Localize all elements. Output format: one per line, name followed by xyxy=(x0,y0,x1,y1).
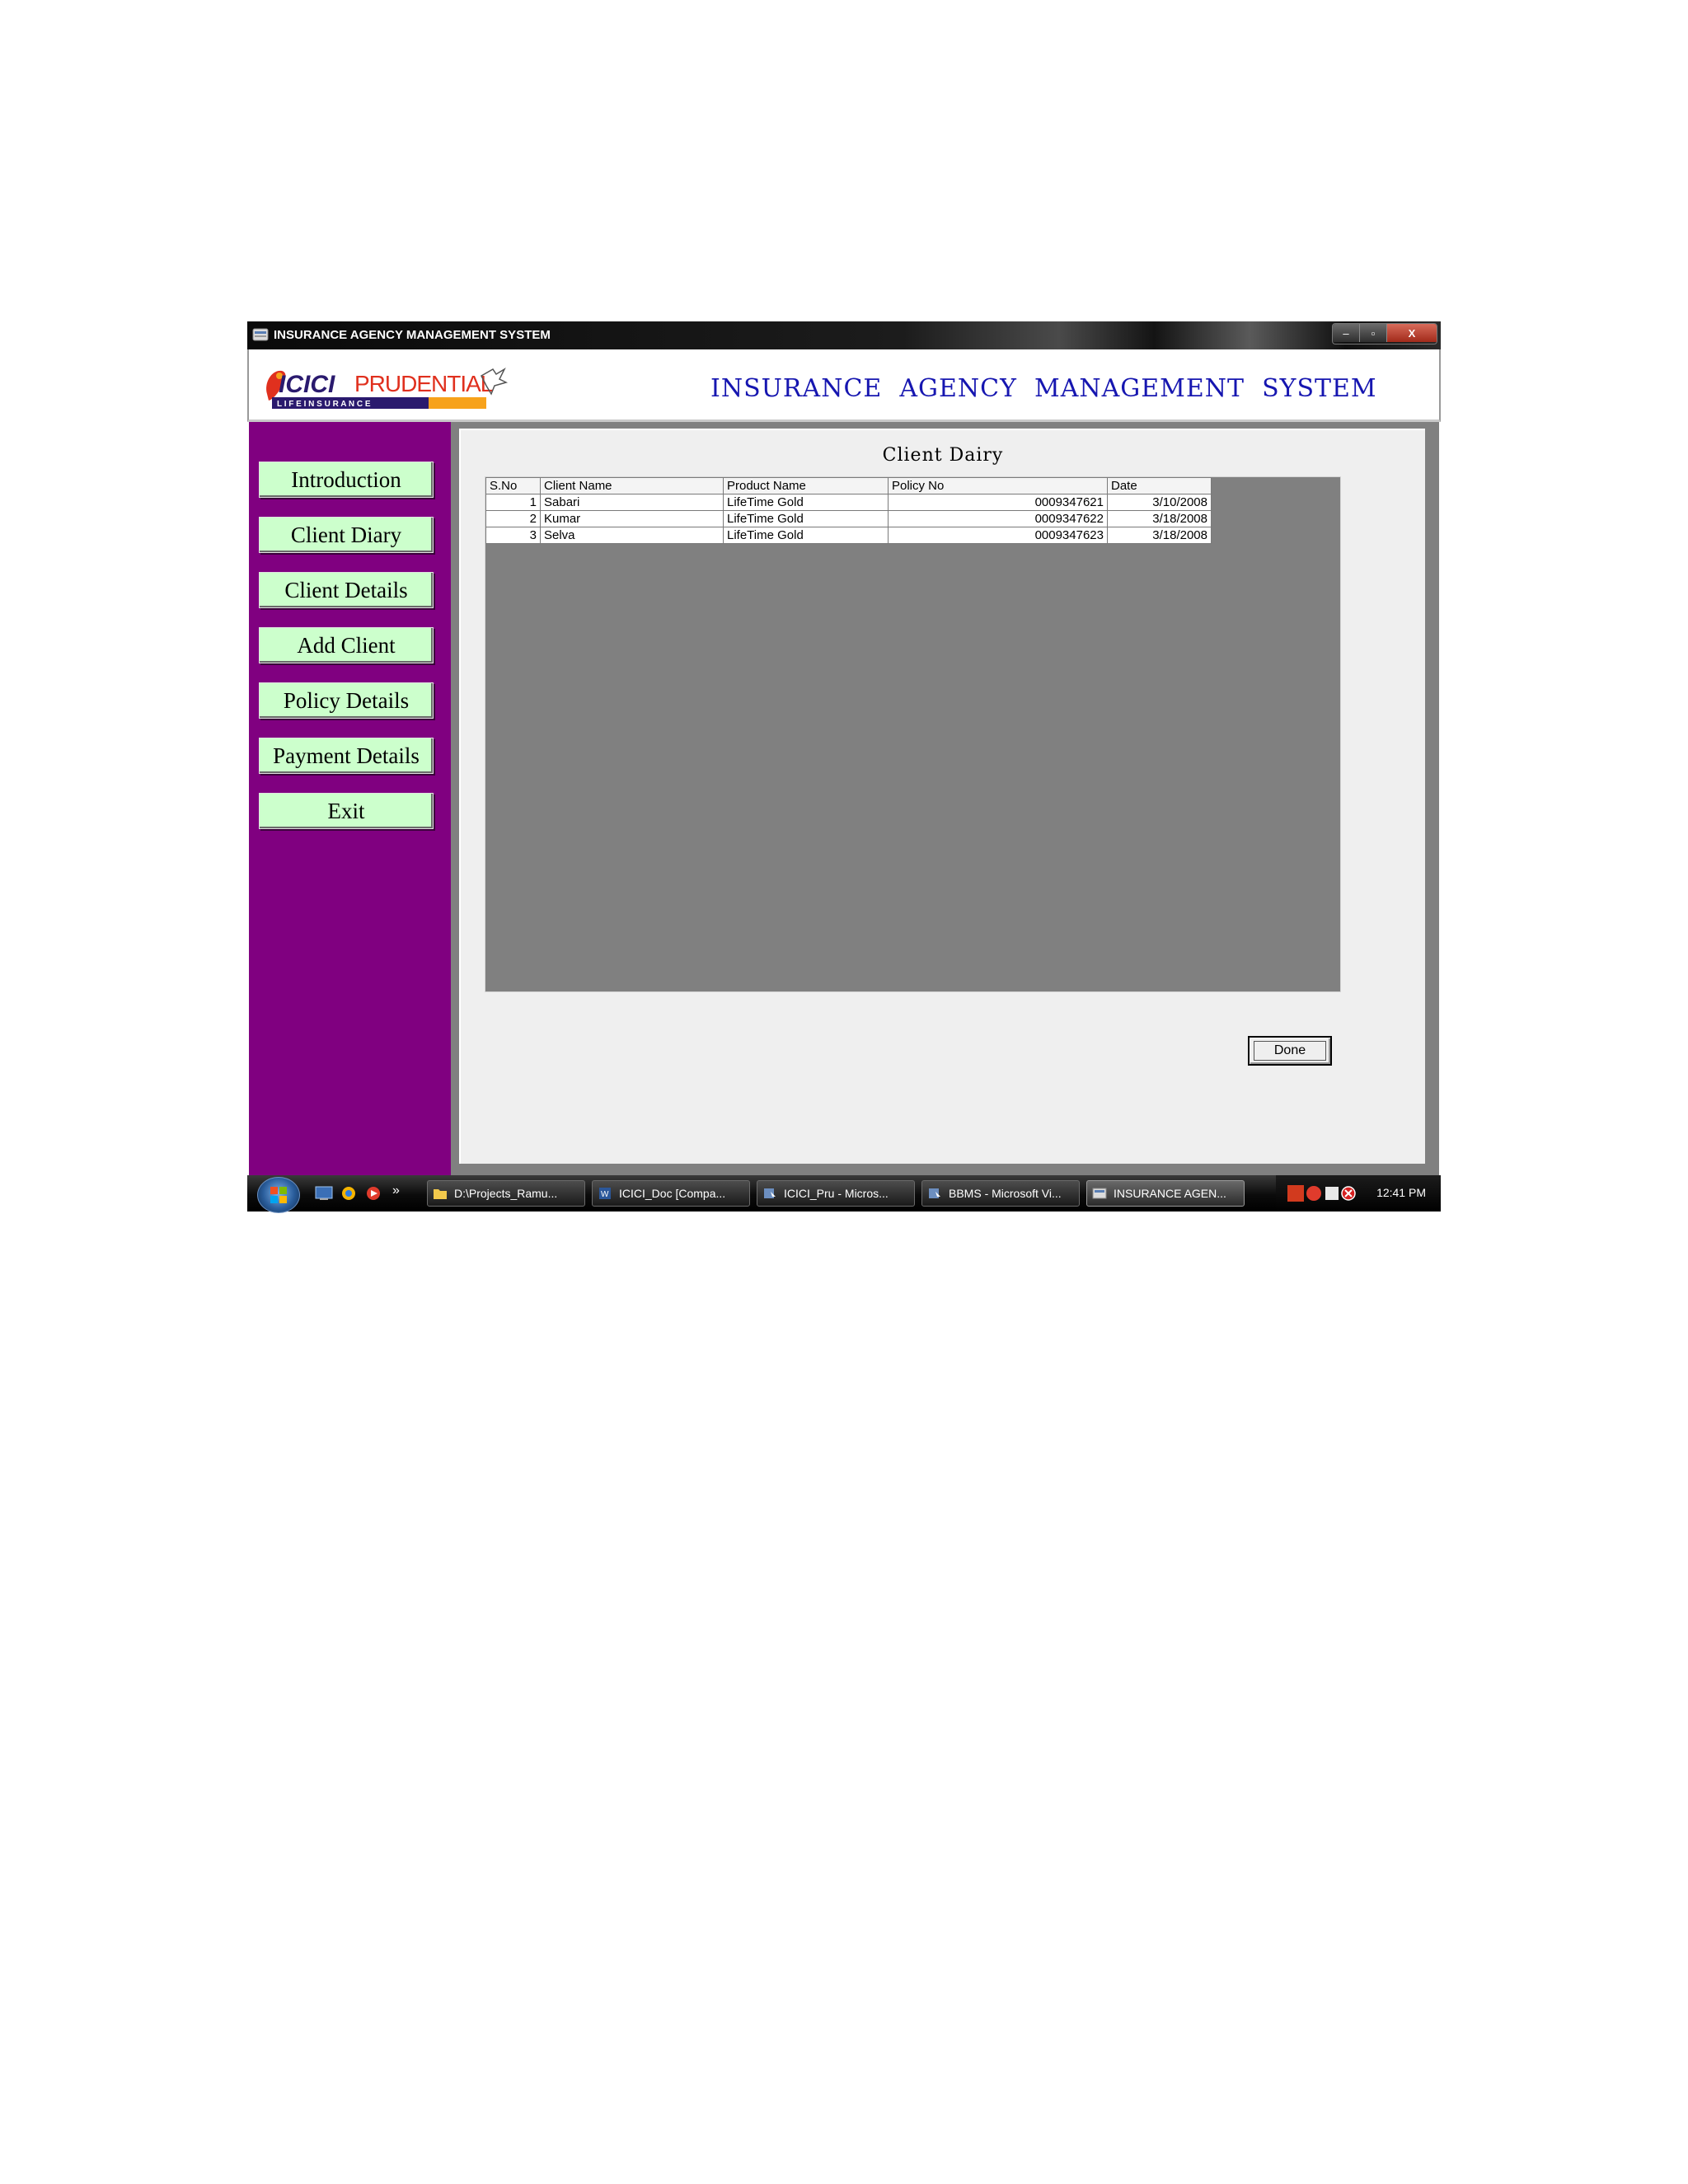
task-icici-doc[interactable]: W ICICI_Doc [Compa... xyxy=(592,1180,750,1207)
main-area: Client Dairy S.No Client Name Product Na… xyxy=(451,422,1439,1175)
app-window: INSURANCE AGENCY MANAGEMENT SYSTEM – ▫ X… xyxy=(247,321,1441,1217)
column-header-client-name[interactable]: Client Name xyxy=(540,477,724,494)
cell-sno[interactable]: 1 xyxy=(485,494,541,511)
cell-product-name[interactable]: LifeTime Gold xyxy=(723,510,889,527)
table-row[interactable]: 2 Kumar LifeTime Gold 0009347622 3/18/20… xyxy=(485,510,1212,527)
taskbar: » D:\Projects_Ramu... W ICICI_Doc [Compa… xyxy=(247,1175,1441,1213)
nav-client-details-button[interactable]: Client Details xyxy=(259,572,434,608)
column-header-sno[interactable]: S.No xyxy=(485,477,541,494)
media-player-icon[interactable] xyxy=(364,1185,382,1202)
table-row[interactable]: 3 Selva LifeTime Gold 0009347623 3/18/20… xyxy=(485,527,1212,544)
quicklaunch-more[interactable]: » xyxy=(392,1183,400,1198)
done-button[interactable]: Done xyxy=(1248,1036,1332,1066)
cell-date[interactable]: 3/18/2008 xyxy=(1107,510,1212,527)
cell-policy-no[interactable]: 0009347622 xyxy=(888,510,1108,527)
task-bbms[interactable]: BBMS - Microsoft Vi... xyxy=(921,1180,1080,1207)
task-label: ICICI_Pru - Micros... xyxy=(784,1187,889,1200)
icici-prudential-logo: ICICI PRUDENTIAL L I F E I N S U R A N C… xyxy=(266,368,509,409)
task-icici-pru[interactable]: ICICI_Pru - Micros... xyxy=(757,1180,915,1207)
column-header-product-name[interactable]: Product Name xyxy=(723,477,889,494)
word-document-icon: W xyxy=(599,1188,611,1199)
app-title: INSURANCE AGENCY MANAGEMENT SYSTEM xyxy=(710,374,1377,403)
svg-text:L I F E I N S U R A N C E: L I F E I N S U R A N C E xyxy=(277,400,371,409)
data-grid[interactable]: S.No Client Name Product Name Policy No … xyxy=(485,476,1341,992)
cell-policy-no[interactable]: 0009347621 xyxy=(888,494,1108,511)
nav-introduction-button[interactable]: Introduction xyxy=(259,462,434,498)
done-button-label: Done xyxy=(1253,1041,1327,1061)
cell-policy-no[interactable]: 0009347623 xyxy=(888,527,1108,544)
nav-client-diary-button[interactable]: Client Diary xyxy=(259,517,434,553)
folder-icon xyxy=(434,1189,447,1199)
nav-payment-details-button[interactable]: Payment Details xyxy=(259,738,434,774)
client-diary-panel: Client Dairy S.No Client Name Product Na… xyxy=(459,429,1425,1164)
visual-basic-icon xyxy=(764,1188,776,1198)
title-bar[interactable]: INSURANCE AGENCY MANAGEMENT SYSTEM – ▫ X xyxy=(247,321,1441,349)
cell-product-name[interactable]: LifeTime Gold xyxy=(723,494,889,511)
show-desktop-icon[interactable] xyxy=(315,1185,333,1202)
sidebar: Introduction Client Diary Client Details… xyxy=(249,422,451,1175)
cell-sno[interactable]: 3 xyxy=(485,527,541,544)
task-label: INSURANCE AGEN... xyxy=(1114,1187,1226,1200)
close-button[interactable]: X xyxy=(1387,324,1437,342)
browser-icon[interactable] xyxy=(340,1185,358,1202)
panel-title: Client Dairy xyxy=(882,445,1004,466)
cell-client-name[interactable]: Sabari xyxy=(540,494,724,511)
nav-policy-details-button[interactable]: Policy Details xyxy=(259,682,434,719)
clock[interactable]: 12:41 PM xyxy=(1376,1186,1426,1199)
task-folder-projects[interactable]: D:\Projects_Ramu... xyxy=(427,1180,585,1207)
app-window-icon xyxy=(1092,1188,1107,1199)
cell-client-name[interactable]: Selva xyxy=(540,527,724,544)
svg-text:W: W xyxy=(601,1190,609,1199)
system-tray: 12:41 PM xyxy=(1276,1175,1441,1212)
table-header-row: S.No Client Name Product Name Policy No … xyxy=(485,477,1212,494)
windows-logo-icon xyxy=(270,1187,287,1203)
nav-exit-button[interactable]: Exit xyxy=(259,793,434,829)
svg-text:PRUDENTIAL: PRUDENTIAL xyxy=(354,371,493,396)
cell-date[interactable]: 3/18/2008 xyxy=(1107,527,1212,544)
cell-client-name[interactable]: Kumar xyxy=(540,510,724,527)
column-header-policy-no[interactable]: Policy No xyxy=(888,477,1108,494)
table-row[interactable]: 1 Sabari LifeTime Gold 0009347621 3/10/2… xyxy=(485,494,1212,511)
window-controls: – ▫ X xyxy=(1332,323,1437,344)
cell-date[interactable]: 3/10/2008 xyxy=(1107,494,1212,511)
task-label: BBMS - Microsoft Vi... xyxy=(949,1187,1062,1200)
maximize-button[interactable]: ▫ xyxy=(1360,324,1387,342)
cell-sno[interactable]: 2 xyxy=(485,510,541,527)
task-insurance-agency[interactable]: INSURANCE AGEN... xyxy=(1086,1180,1245,1207)
svg-text:ICICI: ICICI xyxy=(279,371,335,398)
header-band: ICICI PRUDENTIAL L I F E I N S U R A N C… xyxy=(247,349,1441,422)
antivirus-icon xyxy=(1306,1186,1321,1201)
minimize-button[interactable]: – xyxy=(1333,324,1360,342)
nav-add-client-button[interactable]: Add Client xyxy=(259,627,434,663)
tray-icons[interactable] xyxy=(1287,1183,1362,1203)
cell-product-name[interactable]: LifeTime Gold xyxy=(723,527,889,544)
visual-basic-icon xyxy=(929,1188,940,1198)
zonealarm-icon xyxy=(1287,1185,1304,1202)
window-title: INSURANCE AGENCY MANAGEMENT SYSTEM xyxy=(274,328,551,342)
column-header-date[interactable]: Date xyxy=(1107,477,1212,494)
client-diary-table: S.No Client Name Product Name Policy No … xyxy=(485,477,1212,544)
network-icon xyxy=(1325,1187,1339,1200)
start-button[interactable] xyxy=(257,1177,300,1213)
app-icon xyxy=(252,328,269,341)
task-label: ICICI_Doc [Compa... xyxy=(619,1187,726,1200)
task-label: D:\Projects_Ramu... xyxy=(454,1187,558,1200)
